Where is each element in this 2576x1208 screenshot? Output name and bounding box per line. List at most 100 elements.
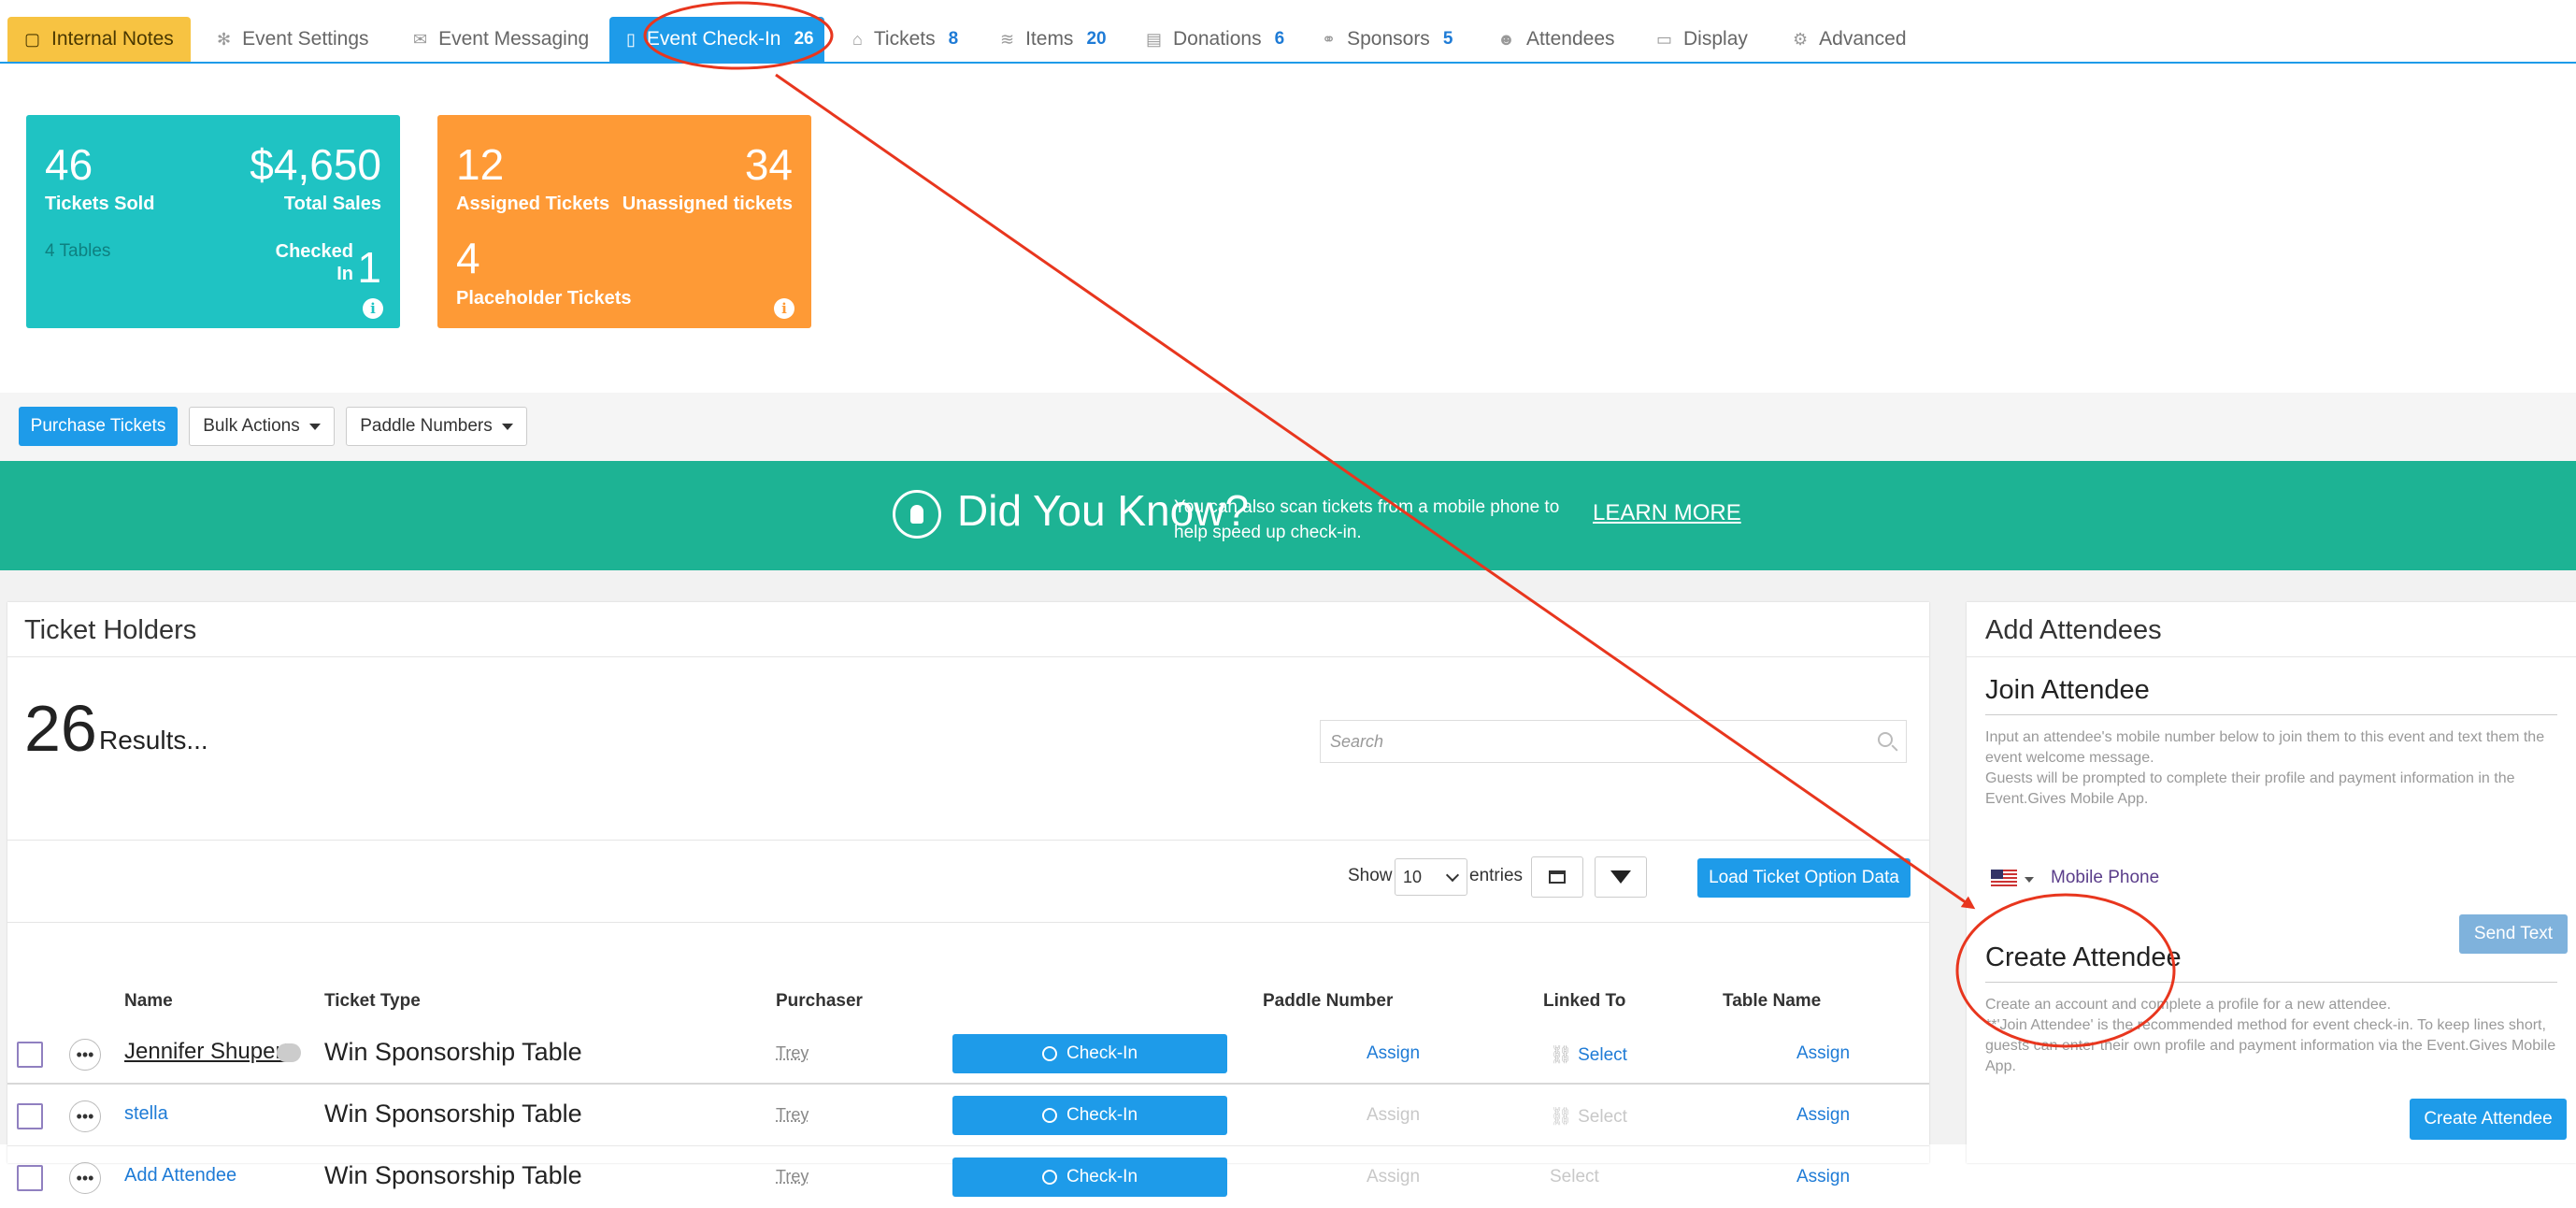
- divider: [7, 922, 1929, 923]
- bulk-actions-label: Bulk Actions: [203, 416, 300, 436]
- check-in-button[interactable]: Check-In: [952, 1034, 1227, 1073]
- table-row: ••• Jennifer Shupert Win Sponsorship Tab…: [7, 1023, 1929, 1085]
- clipboard-icon: ▯: [626, 29, 636, 49]
- tab-event-check-in[interactable]: ▯ Event Check-In 26: [609, 17, 824, 62]
- lower-area: Ticket Holders 26 Results... Search Show…: [0, 570, 2576, 1197]
- layers-icon: ≋: [1000, 29, 1015, 49]
- assign-paddle-link: Assign: [1367, 1105, 1421, 1125]
- us-flag-icon[interactable]: [1991, 870, 2017, 886]
- tab-count: 26: [794, 29, 814, 49]
- search-icon[interactable]: [1878, 732, 1893, 747]
- tab-count: 8: [948, 29, 959, 49]
- assign-table-link[interactable]: Assign: [1796, 1167, 1850, 1187]
- circle-icon: [1041, 1046, 1057, 1061]
- check-in-button[interactable]: Check-In: [952, 1158, 1227, 1197]
- column-header-paddle-number[interactable]: Paddle Number: [1263, 991, 1393, 1012]
- tab-items[interactable]: ≋ Items 20: [983, 17, 1123, 62]
- create-desc-line-2: **'Join Attendee' is the recommended met…: [1985, 1017, 2556, 1074]
- show-label: Show: [1348, 866, 1393, 885]
- load-ticket-option-data-button[interactable]: Load Ticket Option Data: [1697, 858, 1911, 898]
- results-label: Results...: [99, 726, 208, 755]
- tab-label: Event Settings: [242, 28, 369, 50]
- tab-advanced[interactable]: ⚙ Advanced: [1776, 17, 1924, 62]
- ticket-holders-panel: Ticket Holders 26 Results... Search Show…: [7, 602, 1929, 1197]
- purchaser-link[interactable]: Trey: [776, 1105, 809, 1125]
- check-in-label: Check-In: [1066, 1167, 1138, 1186]
- column-header-linked-to[interactable]: Linked To: [1543, 991, 1625, 1012]
- column-header-table-name[interactable]: Table Name: [1723, 991, 1821, 1012]
- assign-table-link[interactable]: Assign: [1796, 1043, 1850, 1064]
- purchase-tickets-button[interactable]: Purchase Tickets: [19, 407, 178, 446]
- select-label: Select: [1578, 1107, 1627, 1127]
- filter-button[interactable]: [1595, 856, 1647, 898]
- circle-icon: [1041, 1170, 1057, 1185]
- check-in-button[interactable]: Check-In: [952, 1096, 1227, 1135]
- assigned-value: 12: [456, 140, 505, 189]
- caret-down-icon[interactable]: [2025, 877, 2034, 883]
- tab-label: Sponsors: [1347, 28, 1430, 50]
- divider: [1985, 982, 2557, 983]
- info-icon[interactable]: i: [774, 298, 794, 319]
- paddle-numbers-dropdown[interactable]: Paddle Numbers: [346, 407, 527, 446]
- ticket-type: Win Sponsorship Table: [324, 1100, 582, 1128]
- join-attendee-title: Join Attendee: [1985, 675, 2150, 705]
- attendee-name[interactable]: Add Attendee: [124, 1165, 236, 1186]
- tab-event-messaging[interactable]: ✉ Event Messaging: [396, 17, 606, 62]
- tab-tickets[interactable]: ⌂ Tickets 8: [836, 17, 975, 62]
- info-icon[interactable]: i: [363, 298, 383, 319]
- columns-toggle-button[interactable]: [1531, 856, 1583, 898]
- join-desc-line-2: Guests will be prompted to complete thei…: [1985, 770, 2515, 807]
- unlink-icon: ⛓: [1550, 1045, 1573, 1065]
- row-checkbox[interactable]: [17, 1165, 43, 1191]
- tab-count: 5: [1442, 29, 1453, 49]
- placeholder-value: 4: [456, 234, 480, 282]
- tab-display[interactable]: ▭ Display: [1639, 17, 1765, 62]
- placeholder-label: Placeholder Tickets: [456, 288, 632, 309]
- mobile-phone-input[interactable]: Mobile Phone: [2051, 868, 2159, 888]
- bulk-actions-dropdown[interactable]: Bulk Actions: [189, 407, 335, 446]
- tab-event-settings[interactable]: ✻ Event Settings: [200, 17, 386, 62]
- table-row: ••• stella Win Sponsorship Table Trey Ch…: [7, 1085, 1929, 1146]
- tab-sponsors[interactable]: ⚭ Sponsors 5: [1305, 17, 1469, 62]
- search-input[interactable]: Search: [1320, 720, 1907, 763]
- linked-to-select[interactable]: ⛓ Select: [1550, 1043, 1627, 1066]
- row-checkbox[interactable]: [17, 1103, 43, 1129]
- attendee-name[interactable]: stella: [124, 1103, 168, 1125]
- sales-stats-card: 46 Tickets Sold $4,650 Total Sales 4 Tab…: [26, 115, 400, 328]
- more-options-icon[interactable]: •••: [69, 1162, 101, 1194]
- assign-table-link[interactable]: Assign: [1796, 1105, 1850, 1126]
- column-header-purchaser[interactable]: Purchaser: [776, 991, 863, 1012]
- ticket-holders-title: Ticket Holders: [24, 615, 197, 645]
- tab-internal-notes[interactable]: ▢ Internal Notes: [7, 17, 191, 62]
- tab-donations[interactable]: ▤ Donations 6: [1129, 17, 1301, 62]
- more-options-icon[interactable]: •••: [69, 1100, 101, 1132]
- comment-icon[interactable]: [277, 1043, 301, 1062]
- join-attendee-description: Input an attendee's mobile number below …: [1985, 727, 2565, 810]
- entries-value: 10: [1403, 867, 1423, 886]
- purchaser-link[interactable]: Trey: [776, 1167, 809, 1186]
- filter-icon: [1610, 870, 1631, 884]
- column-header-ticket-type[interactable]: Ticket Type: [324, 991, 421, 1012]
- learn-more-link[interactable]: LEARN MORE: [1593, 500, 1741, 526]
- row-checkbox[interactable]: [17, 1042, 43, 1068]
- select-label: Select: [1578, 1045, 1627, 1065]
- caret-down-icon: [501, 423, 513, 430]
- check-in-label: Check-In: [1066, 1105, 1138, 1125]
- tab-label: Donations: [1173, 28, 1262, 50]
- purchaser-link[interactable]: Trey: [776, 1043, 809, 1063]
- tab-attendees[interactable]: ☻ Attendees: [1481, 17, 1632, 62]
- assign-paddle-link[interactable]: Assign: [1367, 1043, 1420, 1064]
- monitor-icon: ▭: [1656, 29, 1673, 49]
- tab-label: Attendees: [1525, 28, 1615, 50]
- divider: [7, 656, 1929, 657]
- linked-to-select: ⛓ Select: [1550, 1105, 1627, 1128]
- unlink-icon: ⛓: [1550, 1107, 1573, 1127]
- more-options-icon[interactable]: •••: [69, 1039, 101, 1071]
- attendee-name[interactable]: Jennifer Shupert: [124, 1039, 289, 1065]
- divider: [7, 840, 1929, 841]
- add-attendees-panel: Add Attendees Join Attendee Input an att…: [1967, 602, 2576, 1163]
- column-header-name[interactable]: Name: [124, 991, 173, 1012]
- entries-select[interactable]: 10: [1395, 858, 1467, 896]
- send-text-button[interactable]: Send Text: [2459, 914, 2568, 954]
- create-attendee-button[interactable]: Create Attendee: [2410, 1099, 2567, 1140]
